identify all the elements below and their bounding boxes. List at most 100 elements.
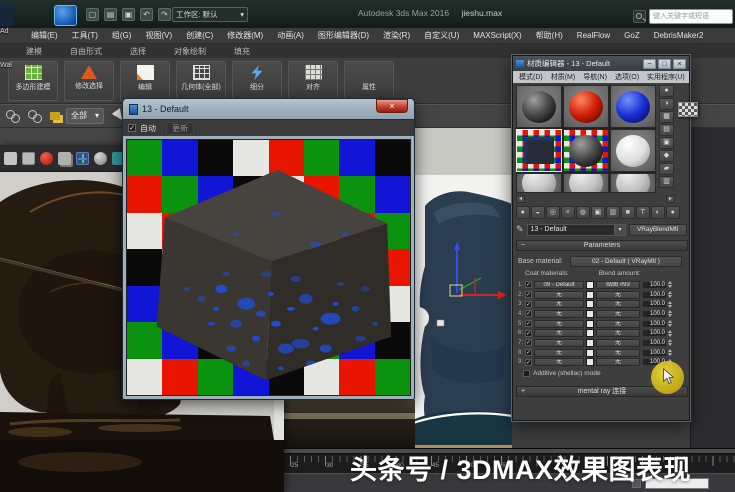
ribbon-button[interactable]: 编辑 — [120, 61, 170, 101]
menu-item[interactable]: 导航(N) — [580, 72, 610, 82]
coat-color-swatch[interactable] — [586, 319, 594, 328]
close-button[interactable]: × — [376, 99, 408, 113]
workspace-dropdown[interactable]: 工作区: 默认 ▾ — [172, 7, 248, 22]
coat-color-swatch[interactable] — [586, 300, 594, 309]
material-name-field[interactable]: 13 - Default — [526, 223, 615, 236]
max-logo-icon[interactable] — [54, 5, 77, 26]
unlink-selection-icon[interactable] — [28, 108, 44, 124]
blend-amount-spinner[interactable]: 100.0 — [642, 329, 672, 338]
coat-color-swatch[interactable] — [586, 280, 594, 289]
blend-amount-spinner[interactable]: 100.0 — [642, 280, 672, 289]
menu-item[interactable]: MAXScript(X) — [466, 31, 528, 40]
background-button-flyout[interactable] — [678, 102, 698, 117]
coat-color-swatch[interactable] — [586, 309, 594, 318]
coat-enable-checkbox[interactable]: ✓ — [525, 300, 532, 308]
ribbon-button[interactable]: 几何体(全部) — [176, 61, 226, 101]
chevron-down-icon[interactable]: ▾ — [614, 223, 626, 236]
material-tool-button[interactable]: ◎ — [546, 205, 560, 219]
menu-item[interactable]: 选项(O) — [612, 72, 642, 82]
search-input[interactable] — [649, 9, 733, 24]
coat-material-button[interactable]: 无 — [534, 309, 584, 318]
ribbon-tab[interactable]: 自由形式 — [58, 44, 114, 58]
material-slot[interactable] — [516, 173, 562, 193]
coat-enable-checkbox[interactable]: ✓ — [525, 339, 532, 347]
spinner-arrows[interactable] — [668, 281, 672, 289]
menu-item[interactable]: 工具(T) — [65, 30, 105, 41]
material-slot[interactable] — [610, 173, 656, 193]
menu-item[interactable]: 图形编辑器(D) — [311, 30, 376, 41]
coat-enable-checkbox[interactable]: ✓ — [525, 310, 532, 318]
coat-material-button[interactable]: 无 — [534, 358, 584, 367]
blend-amount-spinner[interactable]: 100.0 — [642, 319, 672, 328]
window-button[interactable]: × — [673, 58, 686, 69]
coat-color-swatch[interactable] — [586, 358, 594, 367]
ribbon-button[interactable]: 多边形建模 — [8, 61, 58, 101]
spinner-arrows[interactable] — [668, 329, 672, 337]
viewport[interactable] — [407, 128, 513, 455]
menu-item[interactable]: DebrisMaker2 — [647, 31, 711, 40]
menu-item[interactable]: 实用程序(U) — [644, 72, 688, 82]
monochrome-channel-icon[interactable] — [94, 151, 107, 165]
desktop-icon[interactable] — [0, 4, 13, 26]
sample-option-button[interactable]: ◑ — [659, 98, 674, 110]
rgb-channels-icon[interactable] — [76, 151, 89, 165]
material-slot[interactable] — [610, 129, 656, 172]
blend-map-button[interactable]: 无 — [596, 309, 640, 318]
clone-window-icon[interactable] — [22, 151, 35, 165]
menu-item[interactable]: 组(G) — [105, 30, 139, 41]
menu-item[interactable]: 材质(M) — [548, 72, 579, 82]
coat-color-swatch[interactable] — [586, 329, 594, 338]
ribbon-button[interactable]: 细分 — [232, 61, 282, 101]
material-tool-button[interactable]: ● — [516, 205, 530, 219]
menu-item[interactable]: 修改器(M) — [220, 30, 270, 41]
coat-enable-checkbox[interactable]: ✓ — [525, 291, 532, 299]
scroll-right-button[interactable]: ▸ — [666, 195, 675, 203]
auto-update-checkbox[interactable]: ✓ — [128, 124, 136, 132]
spinner-arrows[interactable] — [668, 320, 672, 328]
preview-titlebar[interactable]: 13 - Default × — [123, 99, 414, 119]
blend-map-button[interactable]: 无 — [596, 319, 640, 328]
blend-amount-spinner[interactable]: 100.0 — [642, 300, 672, 309]
blend-map-button[interactable]: 贴图 #93 — [596, 280, 640, 289]
window-button[interactable]: − — [643, 58, 656, 69]
coat-color-swatch[interactable] — [586, 338, 594, 347]
redo-icon[interactable]: ↷ — [158, 8, 171, 21]
material-slot[interactable] — [563, 129, 609, 172]
menu-item[interactable]: 渲染(R) — [376, 30, 417, 41]
spinner-arrows[interactable] — [668, 310, 672, 318]
sample-option-button[interactable]: ▰ — [659, 163, 674, 175]
coat-enable-checkbox[interactable]: ✓ — [525, 358, 532, 366]
pick-material-icon[interactable]: ✎ — [516, 224, 524, 235]
coat-material-button[interactable]: 无 — [534, 319, 584, 328]
material-slot[interactable] — [563, 85, 609, 128]
selection-filter-dropdown[interactable]: 全部 ▾ — [66, 108, 105, 124]
blend-amount-spinner[interactable]: 100.0 — [642, 338, 672, 347]
spinner-arrows[interactable] — [668, 300, 672, 308]
material-tool-button[interactable]: ● — [666, 205, 680, 219]
base-material-button[interactable]: 02 - Default ( VRayMtl ) — [570, 255, 682, 267]
material-type-button[interactable]: VRayBlendMtl — [628, 223, 687, 236]
menu-item[interactable]: 编辑(E) — [24, 30, 65, 41]
spinner-arrows[interactable] — [668, 349, 672, 357]
copy-image-icon[interactable] — [58, 151, 71, 165]
open-file-icon[interactable]: ▤ — [104, 8, 117, 21]
blend-map-button[interactable]: 无 — [596, 290, 640, 299]
spinner-arrows[interactable] — [668, 291, 672, 299]
coat-enable-checkbox[interactable]: ✓ — [525, 320, 532, 328]
material-tool-button[interactable]: ◍ — [576, 205, 590, 219]
material-tool-button[interactable]: ▥ — [606, 205, 620, 219]
blend-amount-spinner[interactable]: 100.0 — [642, 348, 672, 357]
blend-map-button[interactable]: 无 — [596, 338, 640, 347]
bind-to-spacewarp-icon[interactable] — [50, 112, 60, 120]
material-tool-button[interactable]: ▣ — [591, 205, 605, 219]
sample-option-button[interactable]: ▥ — [659, 176, 674, 188]
blend-map-button[interactable]: 无 — [596, 300, 640, 309]
sample-option-button[interactable]: ● — [659, 85, 674, 97]
coat-material-button[interactable]: 无 — [534, 338, 584, 347]
blend-map-button[interactable]: 无 — [596, 348, 640, 357]
parameters-rollout[interactable]: − Parameters — [516, 240, 688, 251]
coat-material-button[interactable]: 无 — [534, 348, 584, 357]
ribbon-tab[interactable]: 对象绘制 — [162, 44, 218, 58]
ribbon-tab[interactable]: 建模 — [14, 44, 54, 58]
spinner-arrows[interactable] — [668, 339, 672, 347]
